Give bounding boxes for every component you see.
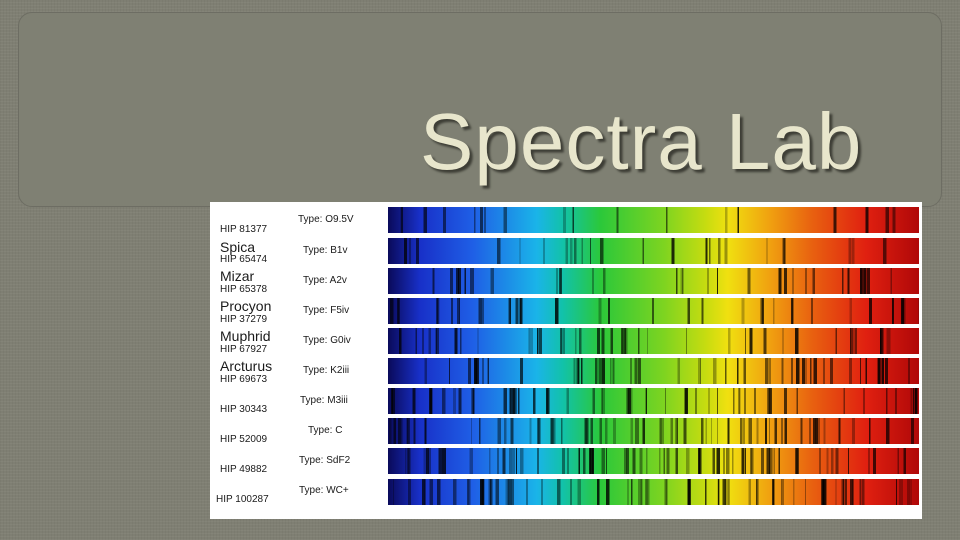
- spectral-type-label: Type: A2v: [303, 275, 347, 286]
- spectral-type-label: Type: K2iii: [303, 365, 350, 376]
- star-name-label: Spica: [220, 239, 256, 255]
- star-name-label: Procyon: [220, 298, 272, 314]
- star-name-label: Mizar: [220, 268, 255, 284]
- spectrum-strip: [388, 358, 919, 384]
- hip-id-label: HIP 100287: [216, 494, 269, 505]
- hip-id-label: HIP 81377: [220, 224, 268, 235]
- spectrum-strip: [388, 479, 919, 505]
- spectral-type-label: Type: WC+: [299, 485, 349, 496]
- spectral-type-label: Type: B1v: [303, 245, 348, 256]
- hip-id-label: HIP 52009: [220, 434, 268, 445]
- spectrum-strip: [388, 207, 919, 233]
- slide-title: Spectra Lab: [420, 97, 863, 186]
- spectral-type-label: Type: SdF2: [299, 455, 351, 466]
- spectrum-strip: [388, 418, 919, 444]
- star-name-label: Arcturus: [220, 358, 273, 374]
- spectrum-strip: [388, 448, 919, 474]
- spectrum-strip: [388, 298, 919, 324]
- spectrum-strip: [388, 328, 919, 354]
- hip-id-label: HIP 37279: [220, 314, 268, 325]
- spectral-type-label: Type: M3iii: [300, 395, 348, 406]
- hip-id-label: HIP 65378: [220, 284, 268, 295]
- hip-id-label: HIP 69673: [220, 374, 268, 385]
- spectral-type-label: Type: G0iv: [303, 335, 351, 346]
- stellar-spectra-figure: HIP 81377 Type: O9.5V Spica HIP 65474 Ty…: [210, 202, 922, 519]
- hip-id-label: HIP 49882: [220, 464, 268, 475]
- spectrum-strip: [388, 388, 919, 414]
- hip-id-label: HIP 30343: [220, 404, 268, 415]
- spectral-type-label: Type: F5iv: [303, 305, 350, 316]
- hip-id-label: HIP 65474: [220, 254, 268, 265]
- spectrum-strip: [388, 268, 919, 294]
- hip-id-label: HIP 67927: [220, 344, 268, 355]
- spectrum-strip: [388, 238, 919, 264]
- star-name-label: Muphrid: [220, 328, 271, 344]
- spectral-type-label: Type: C: [308, 425, 343, 436]
- spectral-type-label: Type: O9.5V: [298, 214, 354, 225]
